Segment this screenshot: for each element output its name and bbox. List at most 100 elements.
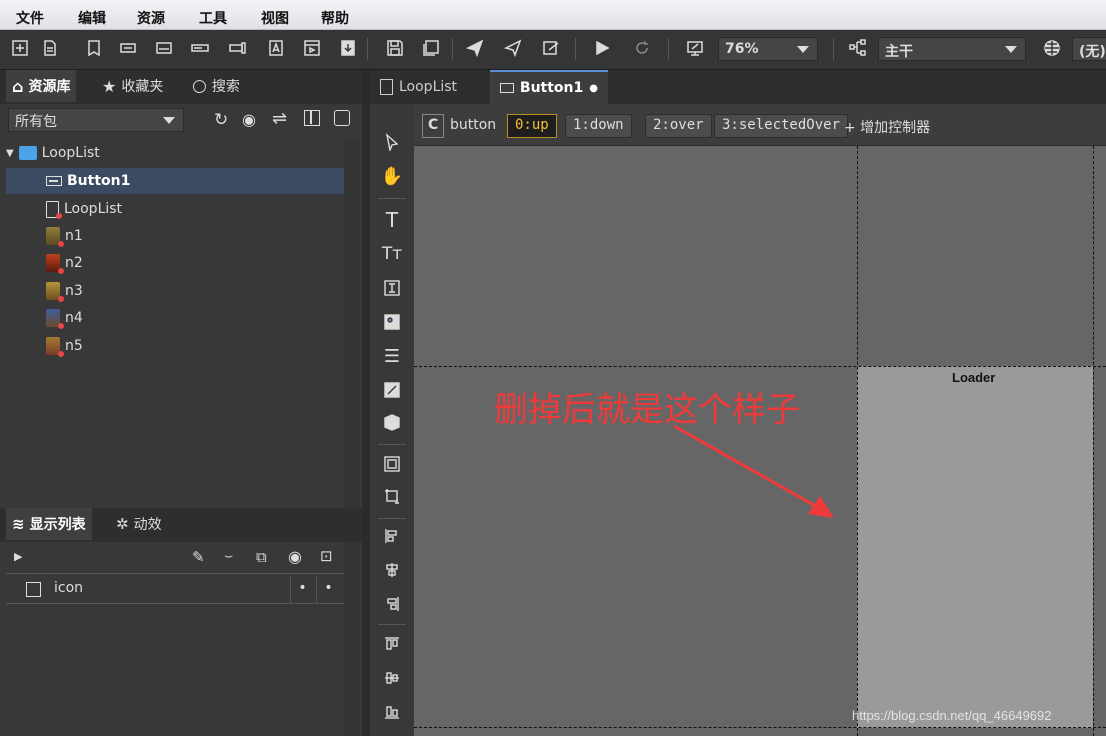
refresh-icon[interactable]: ↻ [214,110,228,130]
controller-icon[interactable]: C [422,114,444,138]
visible-toggle[interactable]: • [290,576,314,604]
tab-display-list[interactable]: ≋ 显示列表 [6,508,92,540]
document-tabs: LoopList Button1 ● [370,70,1106,104]
lock-icon[interactable]: ⊡ [320,547,333,565]
tree-item-button1[interactable]: Button1 [46,168,130,194]
document-icon [380,79,393,95]
tree-item-n5[interactable]: n5 [46,333,83,359]
menu-view[interactable]: 视图 [261,8,289,28]
controller-page-2[interactable]: 2:over [645,114,712,138]
menu-help[interactable]: 帮助 [321,8,349,28]
new-movieclip-icon[interactable] [300,36,324,60]
branch-value: 主干 [885,44,913,60]
star-icon: ★ [102,76,117,96]
branch-select[interactable]: 主干 [878,37,1026,61]
watermark: https://blog.csdn.net/qq_46649692 [852,708,1052,723]
richtext-tool-icon[interactable]: Tт [380,242,404,266]
align-top-icon[interactable] [380,632,404,656]
select-tool-icon[interactable] [380,130,404,154]
display-list-scrollbar[interactable] [344,544,360,736]
loader-box[interactable] [857,366,1093,728]
columns-icon[interactable] [304,110,320,126]
chevron-down-icon [797,46,809,53]
play-icon[interactable] [590,36,614,60]
tree-item-n2[interactable]: n2 [46,250,83,276]
input-text-tool-icon[interactable] [380,276,404,300]
text-tool-icon[interactable]: T [380,208,404,232]
tree-item-package[interactable]: ▼ LoopList [6,140,100,166]
add-controller-button[interactable]: + 增加控制器 [844,117,930,137]
hand-tool-icon[interactable]: ✋ [380,164,404,188]
tab-search[interactable]: ○ 搜索 [186,70,246,102]
copy-icon[interactable]: ⧉ [256,548,267,566]
publish-settings-icon[interactable] [501,36,525,60]
new-label-icon[interactable] [264,36,288,60]
expand-arrow-icon[interactable]: ▶ [14,550,22,563]
edit-icon[interactable]: ✎ [192,548,205,566]
new-button-icon[interactable] [116,36,140,60]
tree-item-n1[interactable]: n1 [46,223,83,249]
menu-tools[interactable]: 工具 [199,8,227,28]
tool-palette: ✋ T Tт ☰ [370,104,414,736]
tab-transitions[interactable]: ✲ 动效 [110,508,168,540]
save-all-icon[interactable] [419,36,443,60]
locate-icon[interactable]: ◉ [242,110,256,129]
tree-item-n3[interactable]: n3 [46,278,83,304]
tab-button1-label: Button1 [519,80,584,96]
display-list-row[interactable]: icon • • [6,576,344,604]
display-item-name: icon [54,580,84,596]
controller-page-0[interactable]: 0:up [507,114,557,138]
zoom-select[interactable]: 76% [718,37,818,61]
align-center-h-icon[interactable] [380,558,404,582]
tab-search-label: 搜索 [211,79,240,95]
swap-icon[interactable]: ⇌ [272,108,287,129]
tab-library[interactable]: ⌂ 资源库 [6,70,77,102]
align-bottom-icon[interactable] [380,700,404,724]
import-icon[interactable] [336,36,360,60]
stage-canvas[interactable]: Loader 删掉后就是这个样子 https://blog.csdn.net/q… [414,146,1106,736]
tab-button1-doc[interactable]: Button1 ● [490,70,608,104]
tree-item-looplist[interactable]: LoopList [46,196,122,222]
align-middle-v-icon[interactable] [380,666,404,690]
library-scrollbar[interactable] [344,140,360,570]
publish-icon[interactable] [463,36,487,60]
eye-icon[interactable]: ◉ [288,547,302,566]
new-progressbar-icon[interactable] [188,36,212,60]
tree-item-n4[interactable]: n4 [46,305,83,331]
save-icon[interactable] [383,36,407,60]
new-slider-icon[interactable] [226,36,250,60]
hide-icon[interactable]: ⌣ [224,548,233,564]
layers-icon: ≋ [12,515,25,533]
new-folder-icon[interactable] [82,36,106,60]
list-tool-icon[interactable]: ☰ [380,344,404,368]
loader-tool-icon[interactable] [380,378,404,402]
collapse-icon[interactable] [334,110,350,126]
globe-icon [1040,36,1064,60]
menu-file[interactable]: 文件 [16,8,44,28]
align-right-icon[interactable] [380,592,404,616]
menu-edit[interactable]: 编辑 [78,8,106,28]
tree-item-label: n1 [65,228,83,244]
language-select[interactable]: (无) [1072,37,1106,61]
refresh-icon[interactable] [630,36,654,60]
group-tool-icon[interactable] [380,452,404,476]
preview-icon[interactable] [683,36,707,60]
image-tool-icon[interactable] [380,310,404,334]
controller-page-3[interactable]: 3:selectedOver [714,114,849,138]
transform-tool-icon[interactable] [380,484,404,508]
controller-page-1[interactable]: 1:down [565,114,632,138]
guide-line [1093,146,1094,736]
guide-line [414,727,1106,728]
tab-favorites[interactable]: ★ 收藏夹 [96,70,169,102]
menu-resource[interactable]: 资源 [137,8,165,28]
new-package-icon[interactable] [8,36,32,60]
package-select[interactable]: 所有包 [8,108,184,132]
new-component-icon[interactable] [38,36,62,60]
lock-toggle[interactable]: • [316,576,340,604]
align-left-icon[interactable] [380,524,404,548]
tab-looplist-doc[interactable]: LoopList [370,70,490,104]
publish-all-icon[interactable] [539,36,563,60]
loader3d-tool-icon[interactable] [380,410,404,434]
new-combobox-icon[interactable] [152,36,176,60]
tree-item-label: n5 [65,338,83,354]
